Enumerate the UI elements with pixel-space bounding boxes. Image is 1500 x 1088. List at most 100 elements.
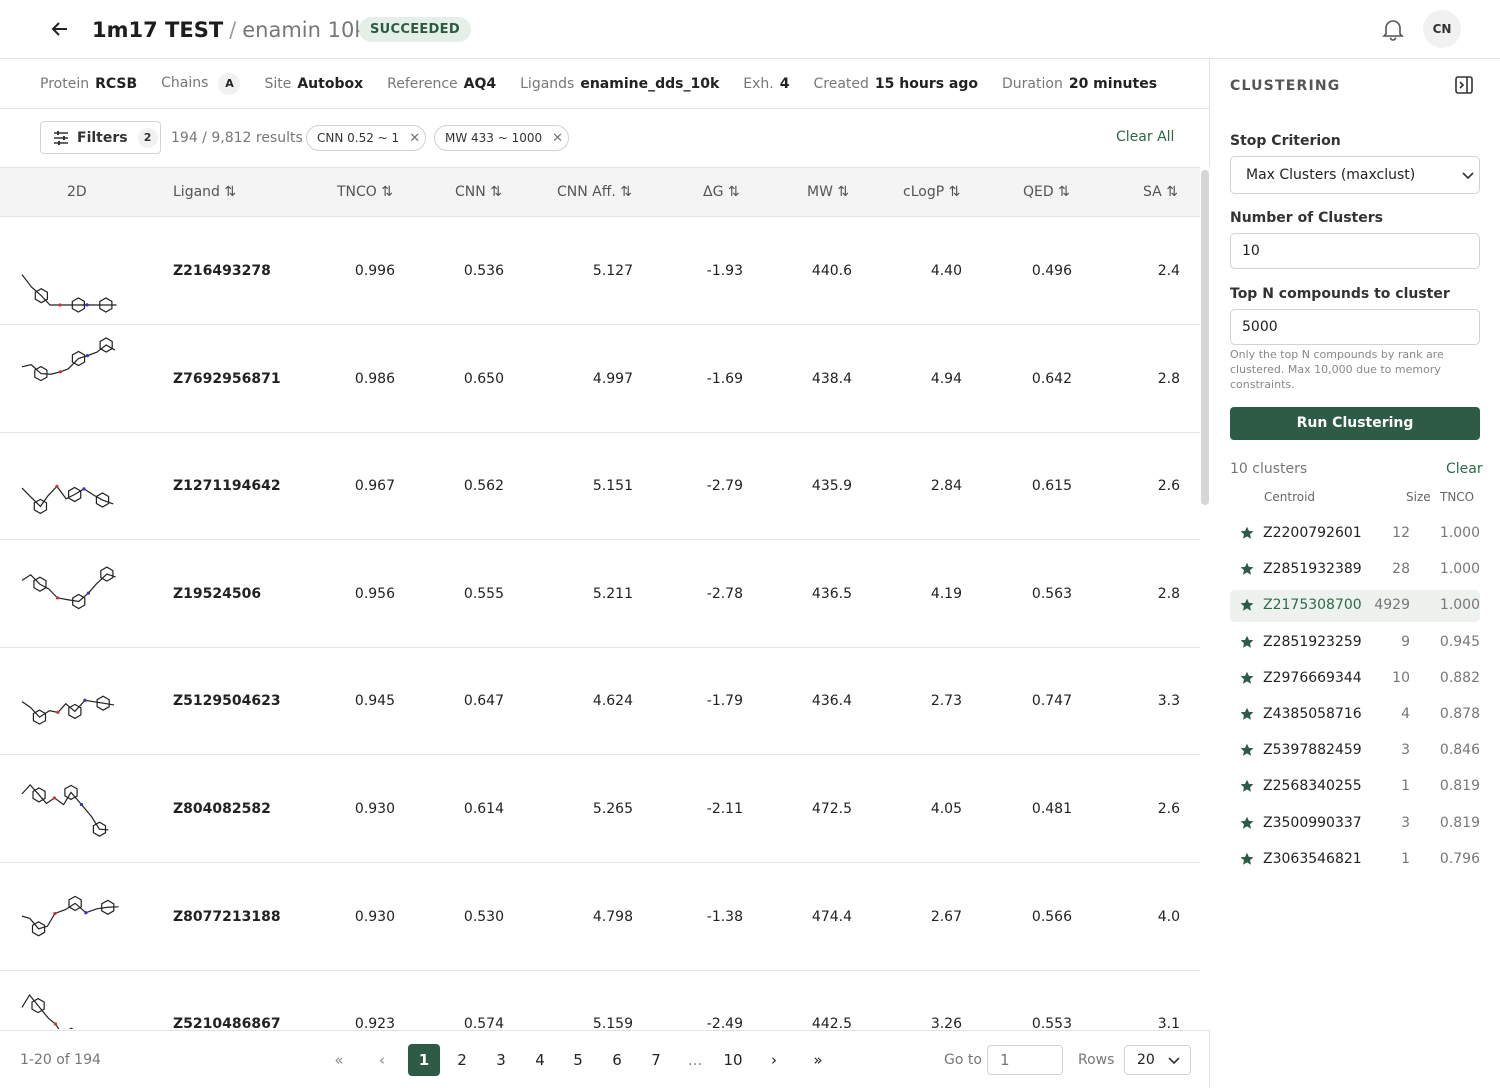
ligand-id[interactable]: Z8077213188 <box>173 909 281 925</box>
sliders-icon <box>54 130 68 145</box>
page-5-button[interactable]: 5 <box>562 1044 594 1076</box>
page-range: 1-20 of 194 <box>20 1052 101 1068</box>
cell-dg: -1.79 <box>706 693 743 710</box>
cell-cnn: 0.562 <box>463 478 504 495</box>
cluster-size: 1 <box>1401 778 1410 795</box>
table-row[interactable]: Z804082582 0.930 0.614 5.265 -2.11 472.5 4.05 0… <box>0 755 1200 863</box>
cell-sa: 2.8 <box>1157 370 1180 387</box>
cluster-tnco: 1.000 <box>1439 561 1480 578</box>
cluster-row[interactable]: Z2851932389 28 1.000 <box>1230 554 1480 586</box>
col-header-cnn[interactable]: CNN ⇅ <box>455 184 502 200</box>
cluster-row[interactable]: Z2976669344 10 0.882 <box>1230 663 1480 695</box>
ligand-id[interactable]: Z216493278 <box>173 263 271 279</box>
back-button[interactable] <box>46 15 74 43</box>
clear-all-button[interactable]: Clear All <box>1116 129 1174 145</box>
page-7-button[interactable]: 7 <box>640 1044 672 1076</box>
col-header-centroid: Centroid <box>1264 490 1316 504</box>
star-icon[interactable] <box>1240 743 1254 757</box>
filters-button[interactable]: Filters 2 <box>40 121 161 154</box>
cell-qed: 0.553 <box>1031 1016 1072 1029</box>
cluster-row[interactable]: Z4385058716 4 0.878 <box>1230 699 1480 731</box>
page-2-button[interactable]: 2 <box>446 1044 478 1076</box>
prev-page-button[interactable]: ‹ <box>366 1044 398 1076</box>
cluster-row[interactable]: Z3500990337 3 0.819 <box>1230 808 1480 840</box>
col-header-size: Size <box>1406 490 1431 504</box>
chevron-down-icon <box>1462 172 1474 180</box>
top-n-input[interactable]: 5000 <box>1230 309 1480 345</box>
col-header-tnco[interactable]: TNCO ⇅ <box>337 184 393 200</box>
status-badge: SUCCEEDED <box>359 17 471 42</box>
molecule-structure-image <box>21 484 114 515</box>
table-header: 2D Ligand ⇅ TNCO ⇅ CNN ⇅ CNN Aff. ⇅ ΔG ⇅… <box>0 167 1200 217</box>
cluster-row[interactable]: Z5397882459 3 0.846 <box>1230 735 1480 767</box>
star-icon[interactable] <box>1240 816 1254 830</box>
ligand-id[interactable]: Z1271194642 <box>173 478 281 494</box>
page-6-button[interactable]: 6 <box>601 1044 633 1076</box>
table-row[interactable]: Z5210486867 0.923 0.574 5.159 -2.49 442.5 3.26… <box>0 970 1200 1029</box>
table-row[interactable]: Z5129504623 0.945 0.647 4.624 -1.79 436.4 2.73… <box>0 647 1200 756</box>
table-row[interactable]: Z1271194642 0.967 0.562 5.151 -2.79 435.9 2.84… <box>0 432 1200 541</box>
collapse-panel-button[interactable] <box>1454 75 1474 95</box>
table-scrollbar[interactable] <box>1201 170 1209 505</box>
last-page-button[interactable]: » <box>802 1044 834 1076</box>
table-row[interactable]: Z7692956871 0.986 0.650 4.997 -1.69 438.4 4.94… <box>0 325 1200 433</box>
table-row[interactable]: Z216493278 0.996 0.536 5.127 -1.93 440.6 4.40 0… <box>0 217 1200 325</box>
col-header-cnn-aff[interactable]: CNN Aff. ⇅ <box>557 184 632 200</box>
filter-chip-mw[interactable]: MW 433 ~ 1000 ✕ <box>434 125 569 151</box>
table-row[interactable]: Z19524506 0.956 0.555 5.211 -2.78 436.5 4.19 0.… <box>0 540 1200 648</box>
ligand-id[interactable]: Z804082582 <box>173 801 271 817</box>
cluster-row[interactable]: Z3063546821 1 0.796 <box>1230 844 1480 876</box>
cluster-row[interactable]: Z2851923259 9 0.945 <box>1230 627 1480 659</box>
page-4-button[interactable]: 4 <box>524 1044 556 1076</box>
col-header-dg[interactable]: ΔG ⇅ <box>703 184 740 200</box>
cluster-row[interactable]: Z2175308700 4929 1.000 <box>1230 590 1480 623</box>
col-header-ligand[interactable]: Ligand ⇅ <box>173 184 236 200</box>
first-page-button[interactable]: « <box>323 1044 355 1076</box>
col-header-qed[interactable]: QED ⇅ <box>1023 184 1070 200</box>
star-icon[interactable] <box>1240 598 1254 612</box>
num-clusters-input[interactable]: 10 <box>1230 233 1480 269</box>
col-header-sa[interactable]: SA ⇅ <box>1143 184 1178 200</box>
next-page-button[interactable]: › <box>758 1044 790 1076</box>
sort-icon: ⇅ <box>490 184 502 200</box>
ligand-id[interactable]: Z5129504623 <box>173 693 281 709</box>
star-icon[interactable] <box>1240 526 1254 540</box>
notifications-button[interactable] <box>1380 16 1408 44</box>
ligand-id[interactable]: Z7692956871 <box>173 371 281 387</box>
close-icon[interactable]: ✕ <box>409 131 420 146</box>
table-row[interactable]: Z8077213188 0.930 0.530 4.798 -1.38 474.4 2.67… <box>0 863 1200 971</box>
star-icon[interactable] <box>1240 635 1254 649</box>
cluster-size: 1 <box>1401 850 1410 867</box>
top-n-label: Top N compounds to cluster <box>1230 286 1450 302</box>
col-header-clogp[interactable]: cLogP ⇅ <box>903 184 960 200</box>
star-icon[interactable] <box>1240 779 1254 793</box>
ligand-id[interactable]: Z19524506 <box>173 586 261 602</box>
sort-icon: ⇅ <box>1166 184 1178 200</box>
page-3-button[interactable]: 3 <box>485 1044 517 1076</box>
star-icon[interactable] <box>1240 562 1254 576</box>
cluster-size: 4 <box>1401 706 1410 722</box>
cluster-row[interactable]: Z2200792601 12 1.000 <box>1230 518 1480 550</box>
page-ellipsis: ... <box>687 1051 703 1069</box>
stop-criterion-select[interactable]: Max Clusters (maxclust) <box>1230 156 1480 194</box>
goto-page-input[interactable] <box>987 1045 1063 1075</box>
filter-chip-cnn[interactable]: CNN 0.52 ~ 1 ✕ <box>306 125 426 151</box>
avatar[interactable]: CN <box>1423 10 1461 48</box>
star-icon[interactable] <box>1240 671 1254 685</box>
run-clustering-button[interactable]: Run Clustering <box>1230 407 1480 440</box>
project-name[interactable]: 1m17 TEST <box>92 18 223 42</box>
rows-per-page-select[interactable]: 20 <box>1124 1045 1191 1075</box>
col-header-mw[interactable]: MW ⇅ <box>807 184 849 200</box>
close-icon[interactable]: ✕ <box>552 131 563 146</box>
cell-mw: 440.6 <box>811 263 852 279</box>
job-meta-bar: Protein RCSB Chains A Site Autobox Referenc… <box>0 59 1210 109</box>
cell-tnco: 0.996 <box>354 263 395 279</box>
cluster-count: 10 clusters <box>1230 461 1308 477</box>
page-1-button[interactable]: 1 <box>408 1044 440 1076</box>
ligand-id[interactable]: Z5210486867 <box>173 1016 281 1029</box>
star-icon[interactable] <box>1240 852 1254 866</box>
clear-clusters-button[interactable]: Clear <box>1446 461 1483 477</box>
cluster-row[interactable]: Z2568340255 1 0.819 <box>1230 771 1480 803</box>
page-10-button[interactable]: 10 <box>717 1044 749 1076</box>
star-icon[interactable] <box>1240 707 1254 721</box>
